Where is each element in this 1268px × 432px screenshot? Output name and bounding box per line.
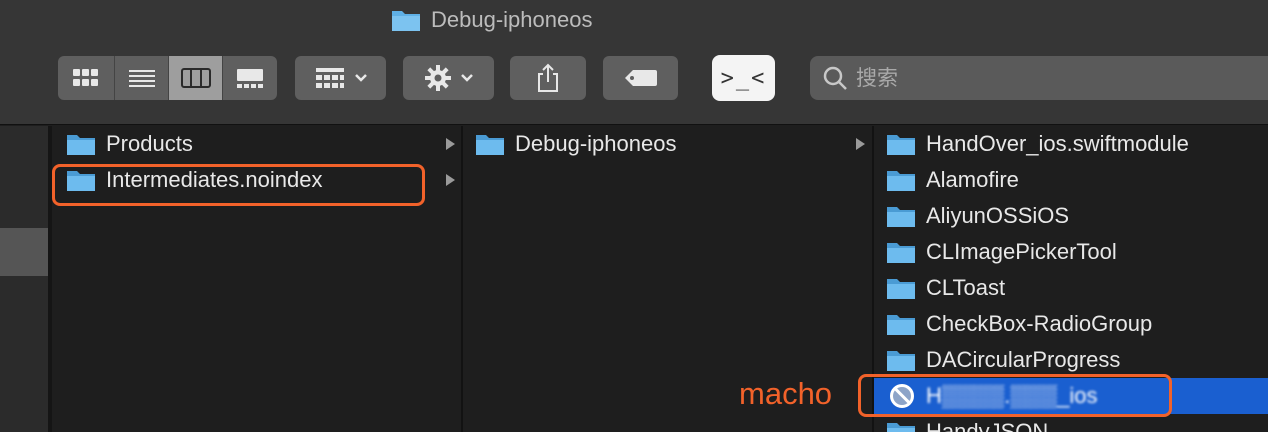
share-icon [538,63,558,92]
list-item[interactable]: CLToast [874,270,1268,306]
folder-icon [886,168,916,192]
item-label: CheckBox-RadioGroup [926,311,1153,336]
item-label: CLToast [926,275,1006,300]
item-label: HandOver_ios.swiftmodule [926,131,1189,156]
folder-icon [886,420,916,432]
folder-icon [886,348,916,372]
item-label: CLImagePickerTool [926,239,1117,264]
action-menu-button[interactable] [403,56,494,100]
item-label: Debug-iphoneos [515,131,677,156]
chevron-down-icon [460,74,473,82]
view-mode-control [58,56,277,100]
folder-icon [475,132,505,156]
gallery-view-icon [237,69,263,88]
item-label: HandyJSON [926,419,1049,432]
window-title: Debug-iphoneos [391,6,592,34]
disclosure-arrow-icon [446,138,455,150]
sidebar[interactable] [0,126,48,432]
icon-view-button[interactable] [58,56,115,100]
folder-icon [886,132,916,156]
disclosure-arrow-icon [446,174,455,186]
share-button[interactable] [510,56,586,100]
folder-icon [886,312,916,336]
item-label: Products [106,131,193,156]
highlight-box [52,164,425,206]
folder-icon [886,240,916,264]
list-view-icon [128,70,155,87]
list-item[interactable]: HandOver_ios.swiftmodule [874,126,1268,162]
highlight-box [858,374,1172,417]
edit-tags-button[interactable] [603,56,678,100]
search-field[interactable] [810,56,1268,100]
gear-icon [424,65,451,91]
finder-toolbar: Debug-iphoneos >_< [0,0,1268,125]
list-item[interactable]: Debug-iphoneos [463,126,872,162]
terminal-button[interactable]: >_< [712,55,775,101]
list-item[interactable]: AliyunOSSiOS [874,198,1268,234]
folder-icon [886,204,916,228]
item-label: AliyunOSSiOS [926,203,1070,228]
terminal-icon: >_< [720,65,767,91]
column-view-button[interactable] [169,56,223,100]
group-icon [315,68,344,88]
list-item[interactable]: Alamofire [874,162,1268,198]
sidebar-selected-item[interactable] [0,228,48,276]
window-title-text: Debug-iphoneos [431,7,593,32]
list-item[interactable]: CheckBox-RadioGroup [874,306,1268,342]
list-item[interactable]: CLImagePickerTool [874,234,1268,270]
item-label: DACircularProgress [926,347,1121,372]
gallery-view-button[interactable] [223,56,277,100]
folder-icon [66,132,96,156]
column-view-icon [180,68,211,88]
item-label: Alamofire [926,167,1019,192]
list-item[interactable]: DACircularProgress [874,342,1268,378]
folder-icon [886,276,916,300]
icon-view-icon [73,69,98,86]
group-by-button[interactable] [295,56,386,100]
annotation-label: macho [739,376,833,411]
list-view-button[interactable] [115,56,169,100]
disclosure-arrow-icon [856,138,865,150]
search-icon [823,66,847,90]
folder-icon [391,8,421,32]
chevron-down-icon [354,74,367,82]
search-input[interactable] [856,66,1236,90]
list-item[interactable]: Products [52,126,461,162]
tag-icon [624,70,657,86]
